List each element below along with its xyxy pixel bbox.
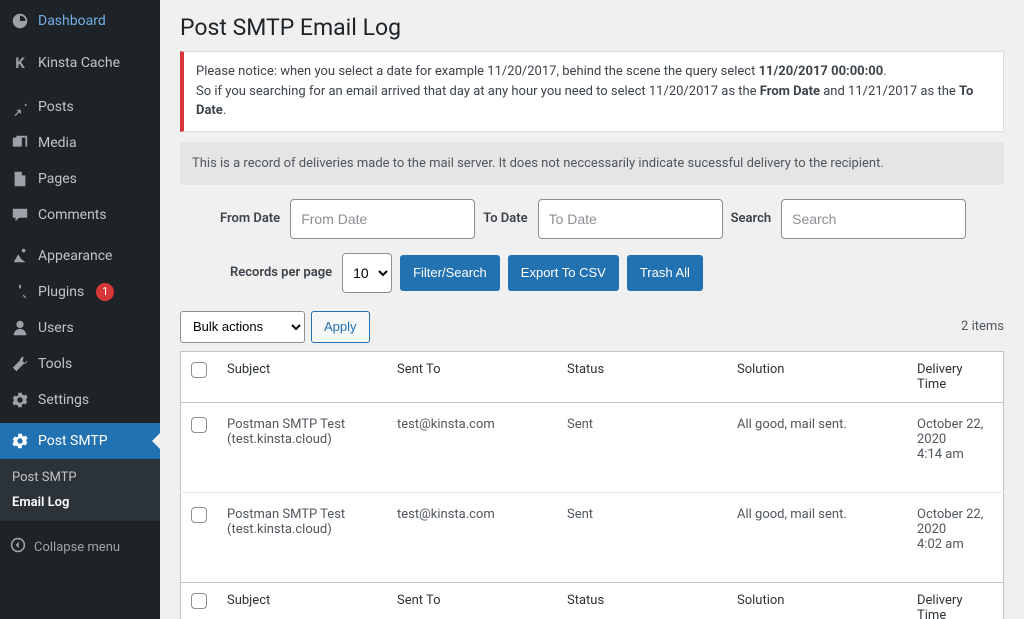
plugins-update-badge: 1 bbox=[96, 283, 114, 301]
sidebar-item-tools[interactable]: Tools bbox=[0, 346, 160, 382]
col-solution-footer[interactable]: Solution bbox=[727, 582, 907, 619]
row-status: Sent bbox=[557, 492, 727, 582]
select-all-checkbox-footer[interactable] bbox=[191, 593, 207, 609]
col-sent-to[interactable]: Sent To bbox=[387, 351, 557, 402]
submenu-item-post-smtp[interactable]: Post SMTP bbox=[0, 465, 160, 490]
main-content: Post SMTP Email Log Please notice: when … bbox=[160, 0, 1024, 619]
sidebar-submenu: Post SMTP Email Log bbox=[0, 459, 160, 521]
sidebar-item-media[interactable]: Media bbox=[0, 125, 160, 161]
items-count: 2 items bbox=[961, 319, 1004, 334]
sidebar-item-label: Media bbox=[38, 135, 77, 152]
info-description: This is a record of deliveries made to t… bbox=[180, 142, 1004, 185]
records-per-page-label: Records per page bbox=[230, 265, 332, 280]
to-date-input[interactable] bbox=[538, 199, 723, 239]
row-subject[interactable]: Postman SMTP Test bbox=[227, 507, 345, 522]
search-label: Search bbox=[731, 211, 772, 226]
sidebar-item-post-smtp[interactable]: Post SMTP bbox=[0, 423, 160, 459]
sidebar-item-label: Dashboard bbox=[38, 13, 106, 30]
col-status[interactable]: Status bbox=[557, 351, 727, 402]
sidebar-item-pages[interactable]: Pages bbox=[0, 161, 160, 197]
sidebar-item-users[interactable]: Users bbox=[0, 310, 160, 346]
tablenav-top: Bulk actions Apply 2 items bbox=[180, 311, 1004, 343]
sidebar-item-label: Appearance bbox=[38, 248, 112, 265]
sidebar-item-appearance[interactable]: Appearance bbox=[0, 238, 160, 274]
col-solution[interactable]: Solution bbox=[727, 351, 907, 402]
row-sent-to: test@kinsta.com bbox=[387, 402, 557, 492]
sidebar-item-label: Settings bbox=[38, 392, 89, 409]
col-sent-to-footer[interactable]: Sent To bbox=[387, 582, 557, 619]
col-status-footer[interactable]: Status bbox=[557, 582, 727, 619]
row-subject[interactable]: Postman SMTP Test bbox=[227, 417, 345, 432]
sidebar-item-label: Kinsta Cache bbox=[38, 55, 120, 72]
settings-icon bbox=[10, 390, 30, 410]
sidebar-item-posts[interactable]: Posts bbox=[0, 89, 160, 125]
apply-button[interactable]: Apply bbox=[311, 311, 370, 343]
date-notice: Please notice: when you select a date fo… bbox=[180, 51, 1004, 132]
email-log-table: Subject Sent To Status Solution Delivery… bbox=[180, 351, 1004, 619]
kinsta-icon: K bbox=[10, 53, 30, 73]
table-row: Postman SMTP Test(test.kinsta.cloud) tes… bbox=[181, 402, 1004, 492]
trash-all-button[interactable]: Trash All bbox=[627, 255, 703, 291]
sidebar-item-label: Tools bbox=[38, 356, 72, 373]
page-title: Post SMTP Email Log bbox=[180, 14, 1004, 41]
pin-icon bbox=[10, 97, 30, 117]
filter-search-button[interactable]: Filter/Search bbox=[400, 255, 500, 291]
row-status: Sent bbox=[557, 402, 727, 492]
records-per-page-select[interactable]: 10 bbox=[342, 253, 392, 293]
from-date-label: From Date bbox=[220, 211, 280, 226]
collapse-label: Collapse menu bbox=[34, 540, 120, 555]
admin-sidebar: Dashboard K Kinsta Cache Posts Media Pag… bbox=[0, 0, 160, 619]
collapse-icon bbox=[10, 537, 26, 557]
col-subject[interactable]: Subject bbox=[217, 351, 387, 402]
row-checkbox[interactable] bbox=[191, 507, 207, 523]
sidebar-item-dashboard[interactable]: Dashboard bbox=[0, 0, 160, 42]
sidebar-item-label: Users bbox=[38, 320, 74, 337]
sidebar-item-kinsta-cache[interactable]: K Kinsta Cache bbox=[0, 42, 160, 84]
submenu-item-email-log[interactable]: Email Log bbox=[0, 490, 160, 515]
sidebar-item-comments[interactable]: Comments bbox=[0, 197, 160, 233]
plugins-icon bbox=[10, 282, 30, 302]
sidebar-item-label: Comments bbox=[38, 207, 107, 224]
col-delivery-footer[interactable]: Delivery Time bbox=[907, 582, 1004, 619]
export-csv-button[interactable]: Export To CSV bbox=[508, 255, 619, 291]
sidebar-item-label: Plugins bbox=[38, 284, 84, 301]
tools-icon bbox=[10, 354, 30, 374]
row-delivery: October 22, 2020 bbox=[917, 507, 983, 537]
col-delivery[interactable]: Delivery Time bbox=[907, 351, 1004, 402]
row-solution: All good, mail sent. bbox=[727, 492, 907, 582]
sidebar-item-plugins[interactable]: Plugins 1 bbox=[0, 274, 160, 310]
sidebar-item-settings[interactable]: Settings bbox=[0, 382, 160, 418]
row-checkbox[interactable] bbox=[191, 417, 207, 433]
pages-icon bbox=[10, 169, 30, 189]
search-input[interactable] bbox=[781, 199, 966, 239]
filters: From Date To Date Search Records per pag… bbox=[180, 199, 1004, 293]
gear-icon bbox=[10, 431, 30, 451]
appearance-icon bbox=[10, 246, 30, 266]
collapse-menu[interactable]: Collapse menu bbox=[0, 527, 160, 567]
bulk-actions-select[interactable]: Bulk actions bbox=[180, 311, 305, 343]
from-date-input[interactable] bbox=[290, 199, 475, 239]
users-icon bbox=[10, 318, 30, 338]
col-subject-footer[interactable]: Subject bbox=[217, 582, 387, 619]
dashboard-icon bbox=[10, 11, 30, 31]
comments-icon bbox=[10, 205, 30, 225]
sidebar-item-label: Pages bbox=[38, 171, 77, 188]
select-all-checkbox[interactable] bbox=[191, 362, 207, 378]
row-sent-to: test@kinsta.com bbox=[387, 492, 557, 582]
to-date-label: To Date bbox=[483, 211, 527, 226]
sidebar-item-label: Posts bbox=[38, 99, 74, 116]
media-icon bbox=[10, 133, 30, 153]
table-row: Postman SMTP Test(test.kinsta.cloud) tes… bbox=[181, 492, 1004, 582]
row-solution: All good, mail sent. bbox=[727, 402, 907, 492]
row-delivery: October 22, 2020 bbox=[917, 417, 983, 447]
sidebar-item-label: Post SMTP bbox=[38, 433, 108, 450]
